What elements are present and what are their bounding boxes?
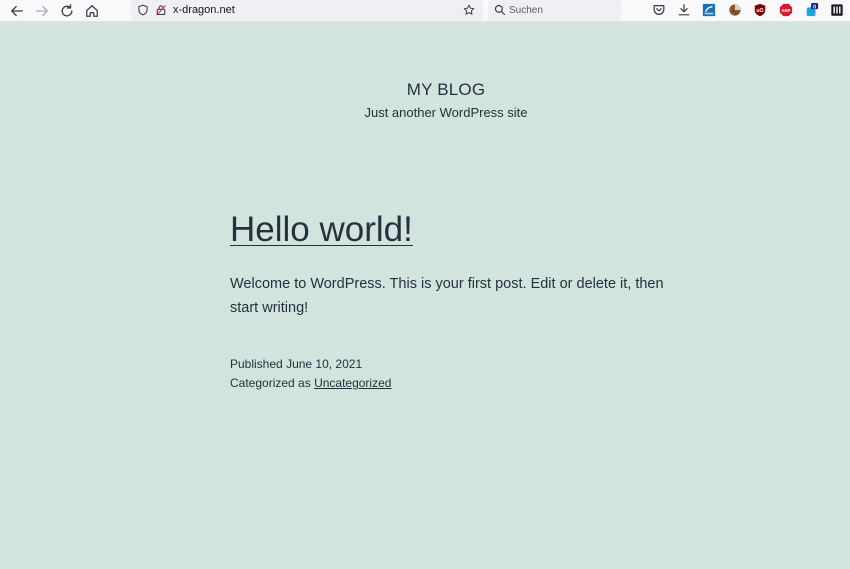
home-icon[interactable]	[83, 2, 101, 20]
post-title-link[interactable]: Hello world!	[230, 208, 413, 252]
published-label: Published	[230, 357, 283, 371]
ublock-label: uO	[756, 8, 763, 14]
notification-extension-icon[interactable]: 0	[805, 3, 819, 17]
adblock-label: ABP	[781, 8, 790, 13]
category-link[interactable]: Uncategorized	[314, 376, 391, 390]
site-description: Just another WordPress site	[364, 105, 528, 120]
site-title[interactable]: MY BLOG	[0, 80, 850, 100]
post-published: Published June 10, 2021	[230, 356, 362, 372]
download-icon[interactable]	[677, 3, 691, 17]
shield-icon[interactable]	[136, 3, 150, 17]
address-bar[interactable]: x-dragon.net	[131, 0, 483, 21]
post-body: Welcome to WordPress. This is your first…	[230, 276, 664, 316]
search-input[interactable]: Suchen	[509, 4, 543, 17]
search-icon	[493, 3, 507, 17]
browser-toolbar: x-dragon.net Suchen uO ABP 0	[0, 0, 850, 22]
screenshot-extension-icon[interactable]	[702, 3, 716, 17]
category-label: Categorized as	[230, 376, 311, 390]
insecure-lock-icon[interactable]	[154, 3, 168, 17]
published-date: June 10, 2021	[286, 357, 363, 371]
library-icon[interactable]	[830, 3, 844, 17]
search-bar[interactable]: Suchen	[488, 0, 621, 21]
url-text[interactable]: x-dragon.net	[173, 3, 235, 17]
adblock-plus-icon[interactable]: ABP	[779, 3, 793, 17]
bookmark-star-icon[interactable]	[462, 3, 476, 17]
reload-icon[interactable]	[58, 2, 76, 20]
forward-arrow-icon[interactable]	[33, 2, 51, 20]
post-category: Categorized as Uncategorized	[230, 375, 391, 391]
ublock-origin-icon[interactable]: uO	[753, 3, 767, 17]
notification-count: 0	[813, 4, 816, 10]
cookie-extension-icon[interactable]	[728, 3, 742, 17]
back-arrow-icon[interactable]	[8, 2, 26, 20]
pocket-icon[interactable]	[652, 3, 666, 17]
